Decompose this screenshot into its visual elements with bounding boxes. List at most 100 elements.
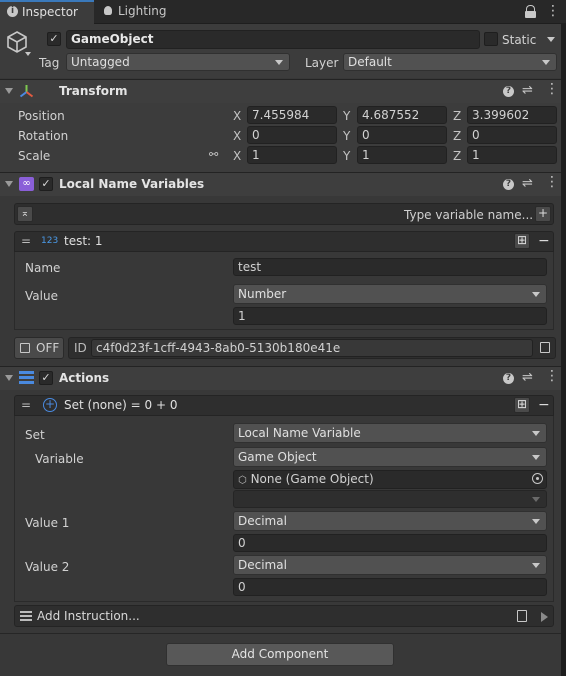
scale-label: Scale (18, 149, 51, 163)
id-field[interactable]: c4f0d23f-1cff-4943-8ab0-5130b180e41e (91, 339, 533, 357)
cube-dropdown-icon[interactable] (25, 52, 31, 56)
local-vars-enabled-checkbox[interactable]: ✓ (39, 177, 53, 191)
drag-handle-icon[interactable]: = (21, 398, 31, 412)
action-item-title: Set (none) = 0 + 0 (64, 398, 178, 412)
scale-z-field[interactable]: 1 (467, 146, 557, 164)
component-menu-icon[interactable]: ⋮ (545, 82, 559, 96)
set-dropdown[interactable]: Local Name Variable (233, 423, 547, 443)
value2-type-dropdown[interactable]: Decimal (233, 555, 547, 575)
active-checkbox[interactable]: ✓ (47, 32, 61, 46)
rotation-y-field[interactable]: 0 (357, 126, 447, 144)
add-circle-icon: + (43, 397, 57, 412)
transform-icon (19, 85, 34, 98)
scale-y-field[interactable]: 1 (357, 146, 447, 164)
footer-divider (0, 633, 566, 634)
rotation-x-field[interactable]: 0 (247, 126, 337, 144)
transform-title: Transform (59, 84, 128, 98)
layer-dropdown[interactable]: Default (343, 53, 557, 71)
variable-value-field[interactable]: 1 (233, 307, 547, 325)
type-variable-input[interactable]: Type variable name... (404, 207, 533, 223)
collapse-all-button[interactable]: ⌅ (17, 206, 33, 222)
scale-x-field[interactable]: 1 (247, 146, 337, 164)
save-toggle-button[interactable]: OFF (14, 337, 64, 359)
rotation-z-axis: Z (453, 129, 462, 143)
object-field-icon: ⬡ (238, 475, 247, 486)
save-icon (20, 343, 30, 353)
static-dropdown-icon[interactable] (547, 37, 555, 42)
empty-dropdown[interactable] (233, 490, 547, 508)
preset-icon[interactable]: ⇌ (522, 84, 533, 98)
add-instruction-bar[interactable]: Add Instruction... (14, 605, 554, 627)
duplicate-button[interactable]: ⊞ (514, 397, 530, 413)
remove-button[interactable]: − (538, 397, 550, 413)
value-type-value: Number (238, 287, 287, 301)
variable-name-field[interactable]: test (233, 258, 547, 276)
help-icon[interactable]: ? (503, 179, 514, 190)
value1-label: Value 1 (25, 516, 70, 530)
value-type-dropdown[interactable]: Number (233, 284, 547, 304)
object-field[interactable]: ⬡ None (Game Object) (233, 470, 547, 489)
variables-icon: ∞ (19, 177, 34, 191)
static-checkbox[interactable] (484, 32, 498, 46)
value2-field[interactable]: 0 (233, 578, 547, 596)
fold-icon (5, 181, 13, 187)
tab-menu-icon[interactable]: ⋮ (546, 3, 560, 19)
tag-dropdown[interactable]: Untagged (66, 53, 290, 71)
position-z-field[interactable]: 3.399602 (467, 106, 557, 124)
rotation-z-field[interactable]: 0 (467, 126, 557, 144)
tag-value: Untagged (71, 55, 130, 69)
preset-icon[interactable]: ⇌ (522, 371, 533, 385)
action-item-header[interactable]: = + Set (none) = 0 + 0 ⊞ − (14, 395, 554, 416)
copy-icon[interactable] (540, 342, 550, 353)
variable-item-title: test: 1 (64, 234, 103, 248)
variable-dropdown[interactable]: Game Object (233, 447, 547, 467)
component-menu-icon[interactable]: ⋮ (545, 369, 559, 383)
tag-label: Tag (39, 56, 60, 70)
tab-lighting-label: Lighting (118, 4, 167, 18)
play-icon[interactable] (541, 612, 548, 622)
variable-value: Game Object (238, 450, 317, 464)
remove-button[interactable]: − (538, 233, 550, 249)
actions-header[interactable]: ✓ Actions ? ⇌ ⋮ (0, 366, 566, 390)
tab-lighting[interactable]: Lighting (96, 0, 186, 24)
add-instruction-label: Add Instruction... (37, 609, 140, 623)
variable-item-header[interactable]: = 123 test: 1 ⊞ − (14, 231, 554, 252)
chevron-down-icon (532, 292, 540, 297)
component-menu-icon[interactable]: ⋮ (545, 175, 559, 189)
value2-type: Decimal (238, 558, 287, 572)
chevron-down-icon (532, 563, 540, 568)
preset-icon[interactable]: ⇌ (522, 177, 533, 191)
value1-type: Decimal (238, 514, 287, 528)
value1-field[interactable]: 0 (233, 534, 547, 552)
set-value: Local Name Variable (238, 426, 361, 440)
local-vars-header[interactable]: ∞ ✓ Local Name Variables ? ⇌ ⋮ (0, 172, 566, 196)
actions-enabled-checkbox[interactable]: ✓ (39, 371, 53, 385)
position-label: Position (18, 109, 65, 123)
object-picker-dot (536, 477, 539, 480)
object-name-field[interactable]: GameObject (66, 30, 480, 49)
bulb-icon (104, 6, 112, 15)
help-icon[interactable]: ? (503, 373, 514, 384)
position-y-axis: Y (343, 109, 351, 123)
help-icon[interactable]: ? (503, 86, 514, 97)
add-component-button[interactable]: Add Component (166, 643, 394, 666)
duplicate-button[interactable]: ⊞ (514, 233, 530, 249)
add-variable-button[interactable]: + (535, 206, 551, 222)
info-icon: i (7, 6, 18, 17)
paste-icon[interactable] (517, 610, 527, 622)
chevron-down-icon (532, 455, 540, 460)
position-z-axis: Z (453, 109, 462, 123)
drag-handle-icon[interactable]: = (21, 234, 31, 248)
layer-value: Default (348, 55, 392, 69)
position-x-field[interactable]: 7.455984 (247, 106, 337, 124)
set-label: Set (25, 428, 45, 442)
transform-header[interactable]: Transform ? ⇌ ⋮ (0, 79, 566, 103)
value1-type-dropdown[interactable]: Decimal (233, 511, 547, 531)
variable-label: Variable (35, 452, 84, 466)
id-label: ID (74, 341, 87, 355)
position-y-field[interactable]: 4.687552 (357, 106, 447, 124)
tab-inspector[interactable]: i Inspector (0, 0, 94, 24)
rotation-y-axis: Y (343, 129, 351, 143)
unlink-icon[interactable]: ⚯ (209, 148, 218, 161)
chevron-down-icon (542, 60, 550, 65)
